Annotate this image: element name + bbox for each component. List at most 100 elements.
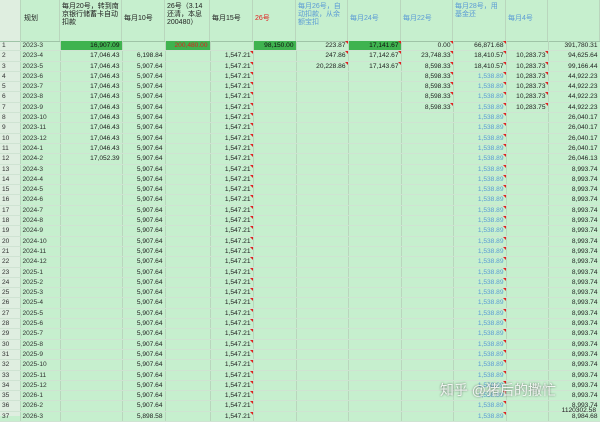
- c15-value-cell[interactable]: 1,547.21: [210, 411, 254, 422]
- c26b-value-cell[interactable]: [253, 81, 297, 93]
- c22-value-cell[interactable]: [401, 339, 454, 350]
- plan-month-cell[interactable]: 2026-2: [20, 400, 61, 412]
- c26c-value-cell[interactable]: [296, 71, 349, 83]
- c24-value-cell[interactable]: 17,142.67: [348, 50, 402, 62]
- c26c-value-cell[interactable]: [296, 380, 349, 392]
- c26c-value-cell[interactable]: [296, 194, 349, 206]
- row-number-cell[interactable]: 17: [0, 205, 21, 217]
- c26b-value-cell[interactable]: [253, 308, 297, 320]
- row-total-cell[interactable]: 8,993.74: [548, 359, 600, 371]
- plan-month-cell[interactable]: 2024-8: [20, 215, 61, 227]
- plan-month-cell[interactable]: 2023-5: [20, 61, 61, 72]
- c26a-value-cell[interactable]: [165, 359, 211, 371]
- row-number-cell[interactable]: 29: [0, 328, 21, 340]
- c28-value-cell[interactable]: 1,538.89: [453, 81, 507, 93]
- row-number-cell[interactable]: 22: [0, 256, 21, 268]
- c26c-value-cell[interactable]: [296, 267, 349, 278]
- c28-value-cell[interactable]: 1,538.89: [453, 256, 507, 268]
- c4-value-cell[interactable]: [506, 164, 549, 175]
- c15-value-cell[interactable]: 1,547.21: [210, 339, 254, 350]
- c28-value-cell[interactable]: 1,538.89: [453, 411, 507, 422]
- c24-value-cell[interactable]: [348, 318, 402, 330]
- c26c-value-cell[interactable]: [296, 205, 349, 217]
- c10-value-cell[interactable]: 5,907.64: [122, 133, 166, 144]
- c26a-value-cell[interactable]: [165, 380, 211, 392]
- c26c-value-cell[interactable]: 223.87: [296, 41, 349, 52]
- c26b-value-cell[interactable]: [253, 359, 297, 371]
- row-total-cell[interactable]: 8,993.74: [548, 205, 600, 217]
- row-total-cell[interactable]: 99,166.44: [548, 61, 600, 72]
- c26b-value-cell[interactable]: [253, 380, 297, 392]
- row-total-cell[interactable]: 44,922.23: [548, 102, 600, 114]
- row-number-cell[interactable]: 2: [0, 50, 21, 62]
- row-total-cell[interactable]: 8,993.74: [548, 225, 600, 237]
- c26b-value-cell[interactable]: [253, 205, 297, 217]
- c26c-value-cell[interactable]: [296, 349, 349, 361]
- c28-value-cell[interactable]: 1,538.89: [453, 174, 507, 186]
- c26c-value-cell[interactable]: [296, 359, 349, 371]
- c22-value-cell[interactable]: [401, 215, 454, 227]
- c10-value-cell[interactable]: 5,907.64: [122, 153, 166, 165]
- c26a-value-cell[interactable]: [165, 236, 211, 247]
- c26a-value-cell[interactable]: [165, 308, 211, 320]
- plan-month-cell[interactable]: 2024-4: [20, 174, 61, 186]
- c4-value-cell[interactable]: [506, 318, 549, 330]
- c22-value-cell[interactable]: [401, 370, 454, 381]
- c20-value-cell[interactable]: [60, 215, 123, 227]
- c15-value-cell[interactable]: 1,547.21: [210, 164, 254, 175]
- c26a-value-cell[interactable]: [165, 174, 211, 186]
- c26b-value-cell[interactable]: [253, 277, 297, 289]
- c22-value-cell[interactable]: [401, 267, 454, 278]
- c28-value-cell[interactable]: 66,871.68: [453, 41, 507, 52]
- c26a-value-cell[interactable]: [165, 164, 211, 175]
- c22-value-cell[interactable]: 8,598.33: [401, 71, 454, 83]
- plan-month-cell[interactable]: 2025-10: [20, 359, 61, 371]
- c26a-value-cell[interactable]: [165, 143, 211, 155]
- c22-value-cell[interactable]: [401, 205, 454, 217]
- c26a-value-cell[interactable]: [165, 50, 211, 62]
- c28-value-cell[interactable]: 1,538.89: [453, 194, 507, 206]
- c26b-value-cell[interactable]: [253, 390, 297, 402]
- row-number-cell[interactable]: 10: [0, 133, 21, 144]
- plan-month-cell[interactable]: 2025-5: [20, 308, 61, 320]
- c24-value-cell[interactable]: [348, 81, 402, 93]
- c20-value-cell[interactable]: [60, 174, 123, 186]
- c28-value-cell[interactable]: 1,538.89: [453, 318, 507, 330]
- row-number-cell[interactable]: 24: [0, 277, 21, 289]
- c10-value-cell[interactable]: 5,907.64: [122, 236, 166, 247]
- c22-value-cell[interactable]: 8,598.33: [401, 102, 454, 114]
- c15-value-cell[interactable]: 1,547.21: [210, 349, 254, 361]
- c20-value-cell[interactable]: 17,046.43: [60, 143, 123, 155]
- c24-value-cell[interactable]: [348, 297, 402, 309]
- c22-value-cell[interactable]: [401, 236, 454, 247]
- plan-month-cell[interactable]: 2025-3: [20, 287, 61, 299]
- c24-value-cell[interactable]: [348, 215, 402, 227]
- plan-month-cell[interactable]: 2024-7: [20, 205, 61, 217]
- row-number-cell[interactable]: 7: [0, 102, 21, 114]
- c28-value-cell[interactable]: 1,538.89: [453, 267, 507, 278]
- c24-value-cell[interactable]: [348, 359, 402, 371]
- c10-value-cell[interactable]: 5,907.64: [122, 81, 166, 93]
- c26c-value-cell[interactable]: [296, 297, 349, 309]
- row-total-cell[interactable]: 44,922.23: [548, 71, 600, 83]
- c24-value-cell[interactable]: [348, 174, 402, 186]
- c4-value-cell[interactable]: [506, 122, 549, 134]
- c24-value-cell[interactable]: [348, 184, 402, 196]
- c20-value-cell[interactable]: [60, 236, 123, 247]
- c28-value-cell[interactable]: 1,538.89: [453, 143, 507, 155]
- row-number-cell[interactable]: 37: [0, 411, 21, 422]
- c22-value-cell[interactable]: [401, 133, 454, 144]
- c26b-value-cell[interactable]: [253, 133, 297, 144]
- c28-value-cell[interactable]: 1,538.89: [453, 122, 507, 134]
- c10-value-cell[interactable]: 5,907.64: [122, 370, 166, 381]
- c4-value-cell[interactable]: [506, 236, 549, 247]
- row-number-cell[interactable]: 18: [0, 215, 21, 227]
- c24-value-cell[interactable]: [348, 267, 402, 278]
- plan-month-cell[interactable]: 2023-12: [20, 133, 61, 144]
- header-c26a[interactable]: 26号（3.14还清，本息200480）: [165, 0, 210, 41]
- c10-value-cell[interactable]: 5,907.64: [122, 256, 166, 268]
- c15-value-cell[interactable]: 1,547.21: [210, 236, 254, 247]
- c24-value-cell[interactable]: [348, 339, 402, 350]
- row-total-cell[interactable]: 8,993.74: [548, 174, 600, 186]
- c28-value-cell[interactable]: 1,538.89: [453, 91, 507, 103]
